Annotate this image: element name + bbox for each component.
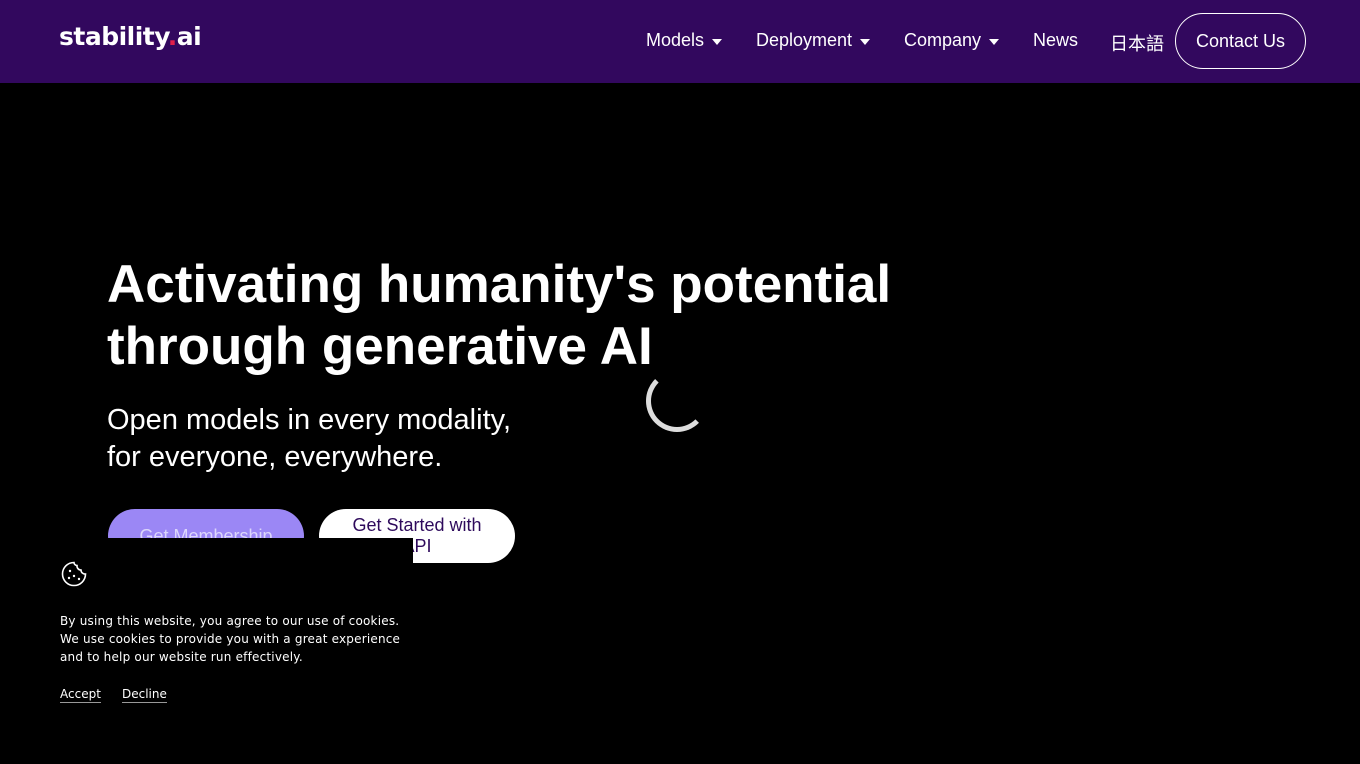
caret-down-icon [860,38,871,45]
caret-down-icon [712,38,723,45]
loading-spinner-icon [646,370,708,432]
logo-suffix: ai [176,22,202,51]
nav-japanese[interactable]: 日本語 [1110,30,1164,56]
subtitle-line: for everyone, everywhere. [107,441,443,473]
logo[interactable]: stability.ai [59,22,202,51]
decline-cookies-link[interactable]: Decline [122,687,167,703]
accept-cookies-link[interactable]: Accept [60,687,101,703]
logo-text: stability [59,22,168,51]
top-nav: stability.ai Models Deployment Company N… [0,0,1360,83]
nav-label: Deployment [756,30,853,50]
nav-deployment[interactable]: Deployment [756,30,871,51]
cookie-icon [61,561,87,587]
nav-company[interactable]: Company [904,30,1000,51]
nav-models[interactable]: Models [646,30,723,51]
hero-title: Activating humanity's potential through … [107,255,892,376]
nav-label: News [1033,30,1079,50]
cookie-message: By using this website, you agree to our … [60,614,401,664]
logo-dot: . [167,22,178,51]
nav-label: Models [646,30,705,50]
nav-label: 日本語 [1110,34,1164,54]
nav-label: Company [904,30,982,50]
hero-subtitle: Open models in every modality, for everyo… [107,402,511,476]
subtitle-line: Open models in every modality, [107,404,512,436]
contact-us-button[interactable]: Contact Us [1175,13,1306,69]
caret-down-icon [989,38,1000,45]
nav-news[interactable]: News [1033,30,1078,51]
